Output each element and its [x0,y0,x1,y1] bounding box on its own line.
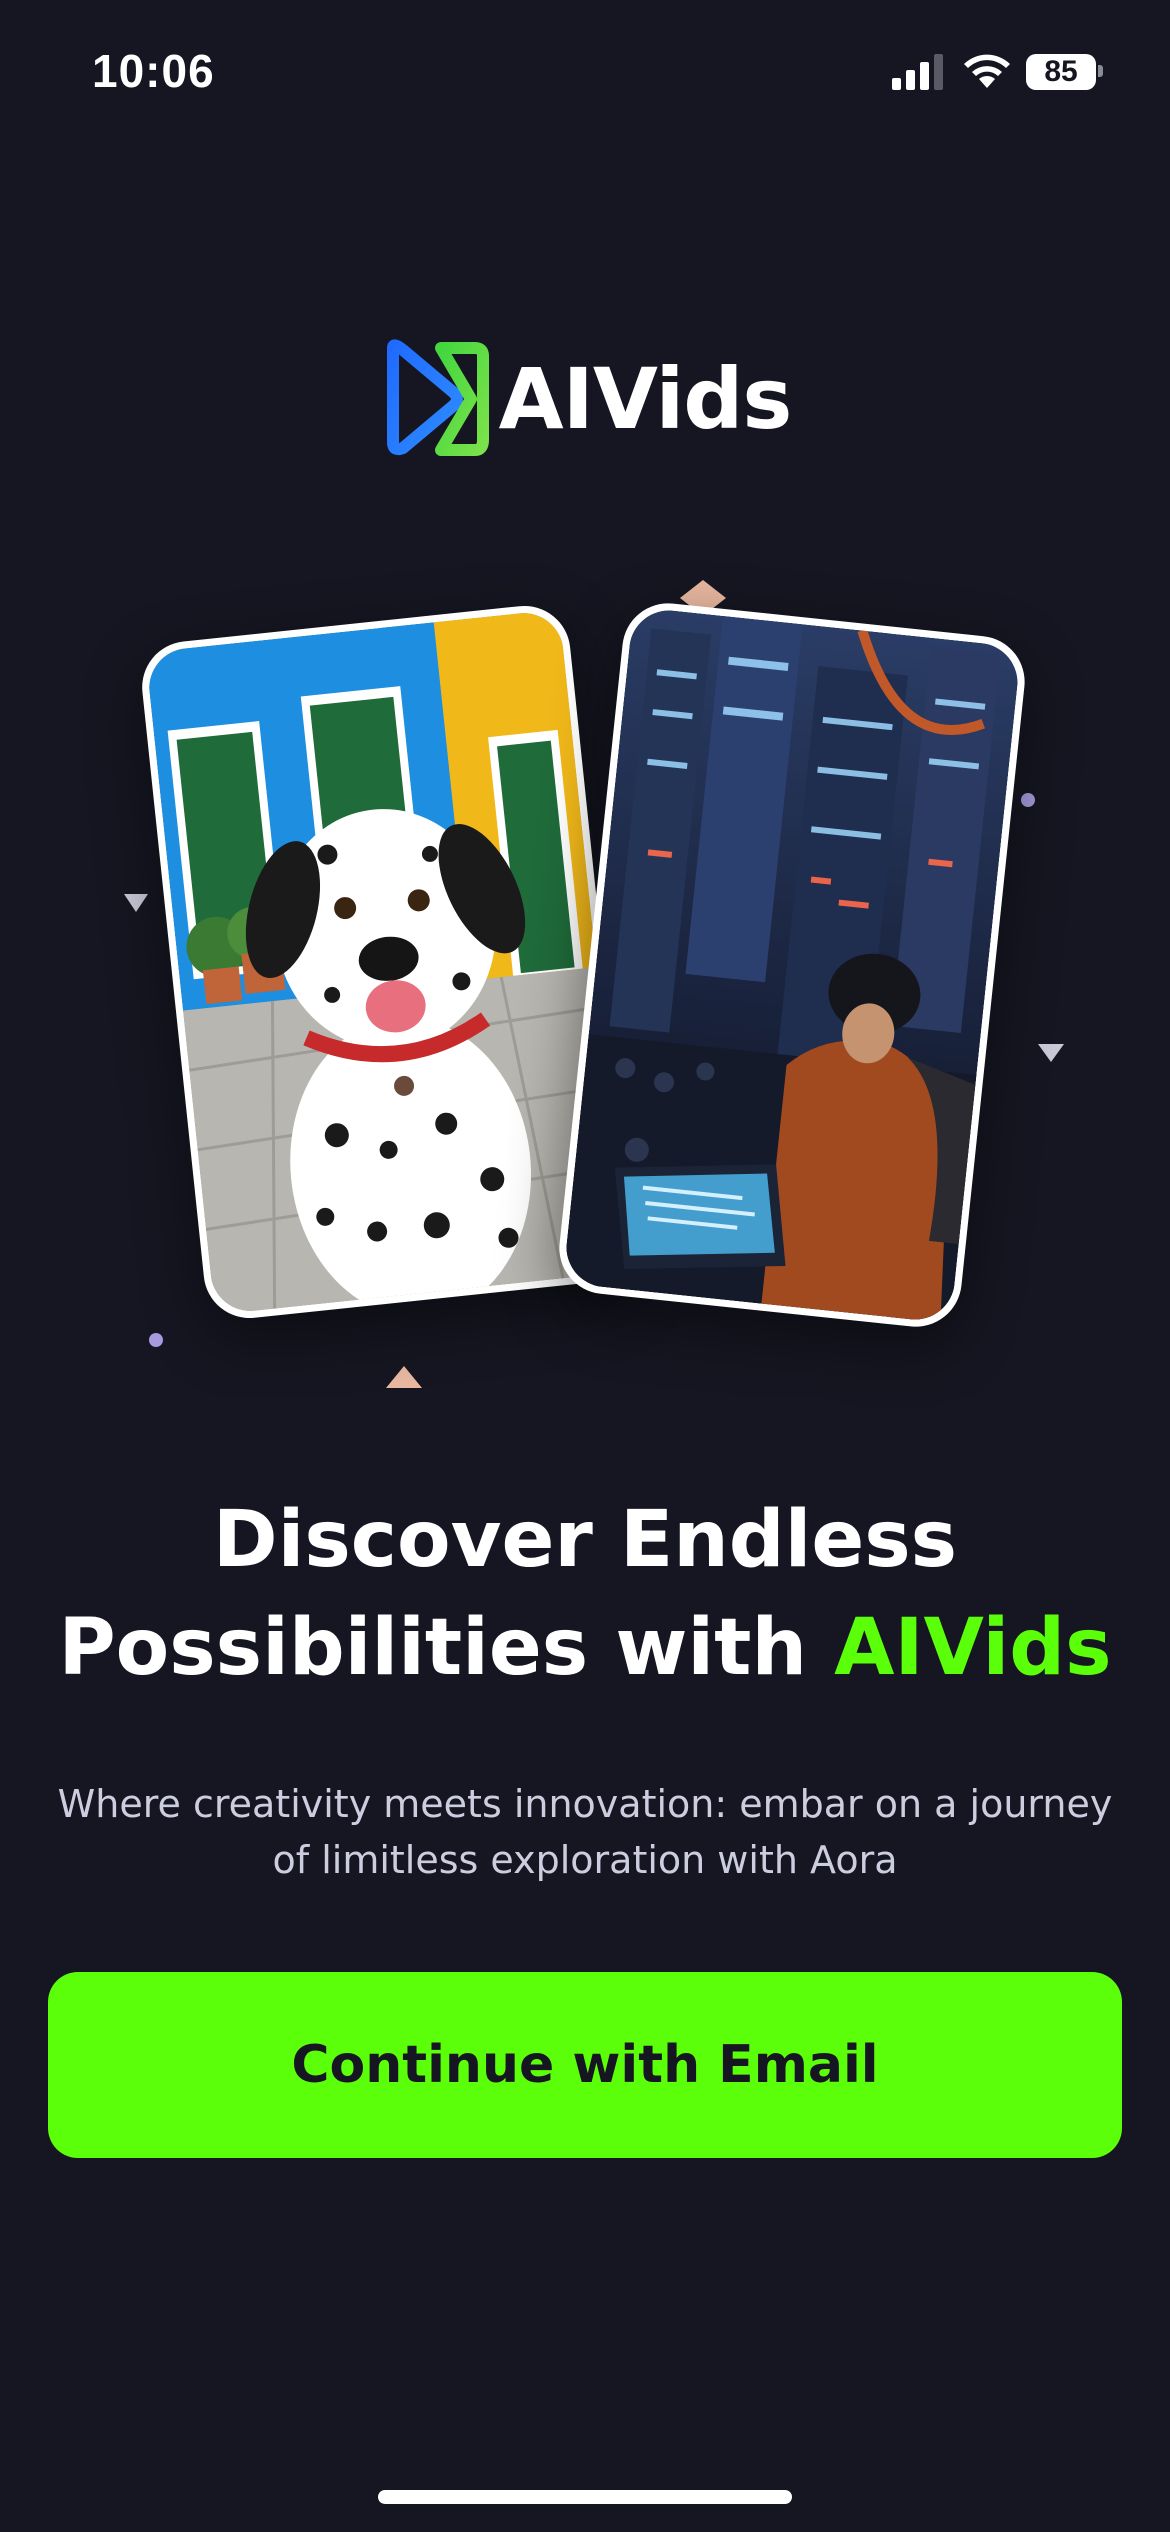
headline: Discover Endless Possibilities with AIVi… [0,1486,1170,1702]
cyberpunk-hacker-image [562,606,1022,1324]
headline-line2-prefix: Possibilities with [58,1603,835,1693]
subtitle: Where creativity meets innovation: embar… [57,1782,1113,1882]
headline-line1: Discover Endless [212,1495,958,1585]
app-logo: AIVids [0,334,1170,464]
triangle-deco-icon [124,894,148,912]
battery-level: 85 [1044,55,1078,88]
headline-accent: AIVids [834,1603,1112,1693]
signal-icon [892,54,943,90]
dot-deco-icon [149,1333,163,1347]
battery-icon: 85 [1026,54,1096,90]
triangle-deco-icon [386,1366,422,1388]
onboarding-screen: 10:06 85 AIVids Discover Endless Possibi… [0,0,1170,2532]
home-indicator[interactable] [378,2490,792,2504]
status-icons: 85 [890,52,1110,96]
hero-images [0,560,1170,1420]
status-time: 10:06 [92,45,215,97]
dalmatian-dog-image [145,609,629,1315]
continue-with-email-button[interactable]: Continue with Email [48,1972,1122,2158]
wifi-icon [964,54,1010,88]
dalmatian-card [137,601,637,1323]
play-logo-icon [386,339,489,456]
app-logo-text: AIVids [498,350,793,448]
dot-deco-icon [1021,793,1035,807]
continue-with-email-label: Continue with Email [291,2035,879,2095]
battery-tip [1098,65,1103,77]
triangle-deco-icon [1038,1044,1064,1062]
cyberpunk-card [554,598,1030,1332]
headline-line2: Possibilities with AIVids [0,1594,1170,1702]
